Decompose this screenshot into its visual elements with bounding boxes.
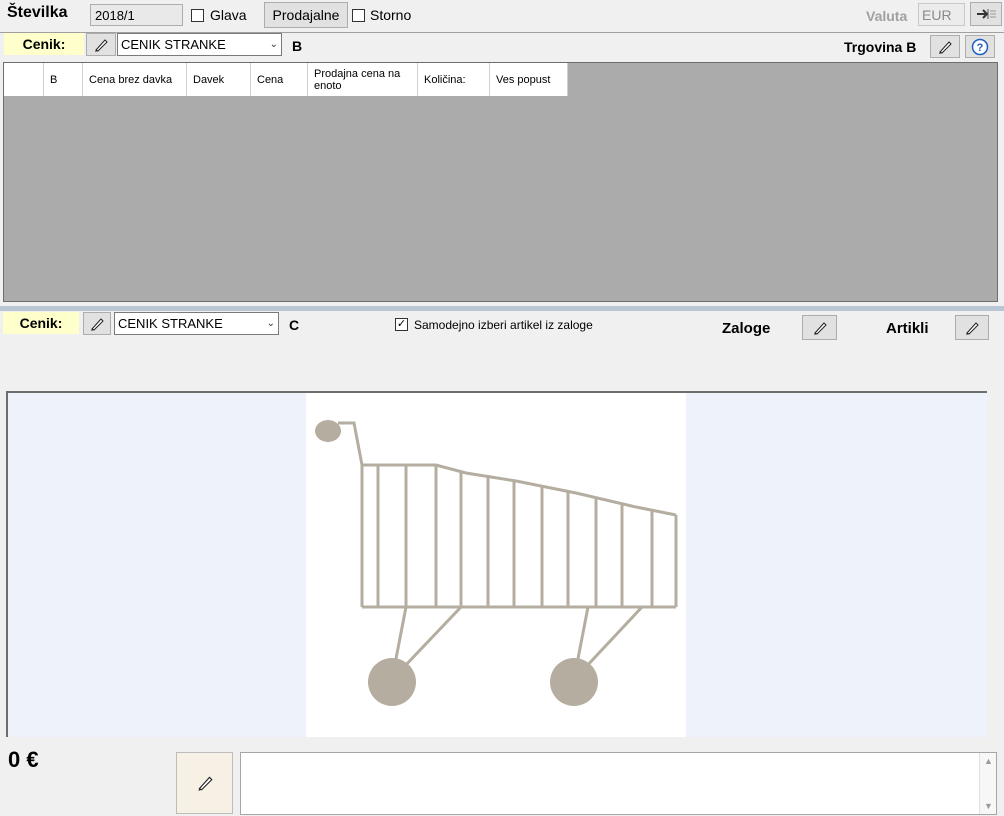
stevilka-input[interactable]: 2018/1 [90, 4, 183, 26]
artikli-label: Artikli [886, 320, 929, 337]
glava-check-box[interactable] [191, 8, 204, 22]
grid-b-header: B Cena brez davka Davek Cena Prodajna cena n… [4, 63, 568, 96]
cenik-c-select[interactable]: CENIK STRANKE ⌄ [114, 312, 279, 335]
note-textarea[interactable]: ▲ ▼ [240, 752, 997, 815]
stevilka-label: Številka [7, 4, 68, 21]
help-button[interactable]: ? [965, 35, 995, 58]
pencil-icon [91, 317, 104, 331]
trgovina-label: Trgovina B [844, 39, 917, 55]
cenik-c-value: CENIK STRANKE [118, 316, 223, 331]
cenik-b-edit-button[interactable] [86, 33, 116, 56]
auto-select-check-box[interactable]: ✓ [395, 318, 408, 332]
zaloge-label: Zaloge [722, 320, 771, 337]
valuta-input[interactable]: EUR [918, 3, 965, 26]
cart-image [306, 393, 686, 737]
glava-checkbox[interactable]: Glava [191, 7, 247, 23]
auto-select-checkbox[interactable]: ✓ Samodejno izberi artikel iz zaloge [395, 318, 593, 332]
storno-checkbox[interactable]: Storno [352, 7, 411, 23]
storno-label: Storno [370, 7, 412, 23]
note-edit-button[interactable] [176, 752, 233, 814]
auto-select-label: Samodejno izberi artikel iz zaloge [414, 318, 593, 332]
cenik-c-label: Cenik: [3, 312, 79, 334]
panel-b-letter: B [292, 38, 303, 54]
grid-b-column-header[interactable]: Cena [251, 63, 308, 96]
panel-c-letter: C [289, 317, 300, 333]
pencil-icon [95, 38, 108, 52]
pencil-icon [813, 321, 827, 335]
exit-button[interactable] [970, 2, 1002, 26]
artikli-edit-button[interactable] [955, 315, 989, 340]
chevron-down-icon: ⌄ [266, 318, 275, 329]
grid-b[interactable]: B Cena brez davka Davek Cena Prodajna cena n… [3, 62, 998, 302]
row-header-cell [4, 63, 44, 96]
note-scrollbar[interactable]: ▲ ▼ [979, 753, 996, 814]
zaloge-edit-button[interactable] [802, 315, 837, 340]
grid-b-column-header[interactable]: Količina: [418, 63, 490, 96]
valuta-label: Valuta [866, 8, 908, 24]
trgovina-edit-button[interactable] [930, 35, 960, 58]
help-icon: ? [971, 38, 989, 55]
grid-b-column-header[interactable]: Prodajna cena na enoto [308, 63, 418, 96]
cenik-c-edit-button[interactable] [83, 312, 111, 335]
chevron-down-icon: ⌄ [269, 39, 278, 50]
panel-c-divider [0, 306, 1004, 311]
total-amount: 0 € [8, 747, 39, 772]
cenik-b-value: CENIK STRANKE [121, 37, 226, 52]
grid-b-column-header[interactable]: B [44, 63, 83, 96]
scroll-down-icon[interactable]: ▼ [984, 801, 993, 811]
shopping-cart-icon [315, 420, 678, 706]
grid-b-column-header[interactable]: Davek [187, 63, 251, 96]
glava-label: Glava [210, 7, 247, 23]
storno-check-box[interactable] [352, 8, 365, 22]
cenik-b-select[interactable]: CENIK STRANKE ⌄ [117, 33, 282, 56]
pencil-icon [197, 776, 213, 791]
grid-b-column-header[interactable]: Cena brez davka [83, 63, 187, 96]
pencil-icon [939, 40, 952, 54]
exit-icon [977, 9, 996, 19]
prodajalne-button[interactable]: Prodajalne [264, 2, 348, 28]
svg-text:?: ? [977, 42, 984, 54]
grid-b-column-header[interactable]: Ves popust [490, 63, 568, 96]
pencil-icon [966, 321, 979, 335]
scroll-up-icon[interactable]: ▲ [984, 756, 993, 766]
cenik-b-label: Cenik: [4, 33, 84, 55]
